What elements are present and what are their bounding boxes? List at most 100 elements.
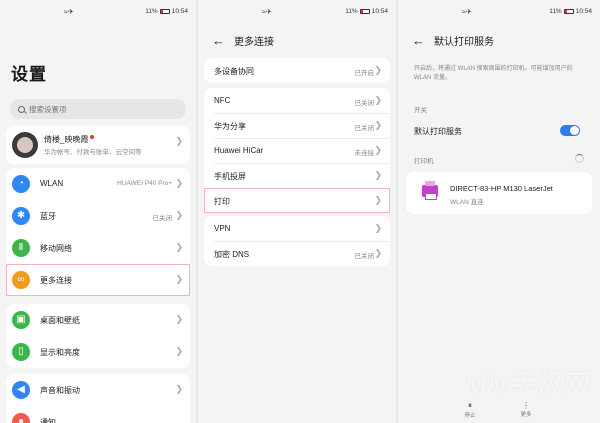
more-item-nfc[interactable]: NFC 已关闭 ❯ [204, 88, 390, 113]
notification-dot [90, 135, 95, 139]
chevron-right-icon: ❯ [374, 95, 382, 105]
settings-item-wlan[interactable]: ◔ WLAN HUAWEI P40 Pro+ ❯ [6, 168, 190, 200]
signal-icon: Ⅱ [12, 239, 30, 257]
bottom-toolbar: ⏸ 停止 ⋮ 更多 [398, 395, 600, 423]
settings-item-label: 蓝牙 [40, 212, 56, 221]
settings-item-label: 声音和振动 [40, 386, 80, 395]
more-item-label: 加密 DNS [214, 250, 250, 259]
chevron-right-icon: ❯ [175, 274, 183, 284]
printer-item[interactable]: DIRECT-83-HP M130 LaserJet WLAN 直连 [406, 172, 592, 214]
settings-item-value: HUAWEI P40 Pro+ [117, 180, 172, 187]
bluetooth-icon: ✱ [12, 207, 30, 225]
stop-icon: ⏸ [468, 401, 472, 410]
settings-item-more-connections[interactable]: ∞ 更多连接 ❯ [6, 264, 190, 296]
more-item-hicar[interactable]: Huawei HiCar 未连接 ❯ [204, 138, 390, 163]
chevron-right-icon: ❯ [175, 384, 183, 394]
settings-item-sound[interactable]: ◀ 声音和振动 ❯ [6, 374, 190, 406]
settings-group-sound: ◀ 声音和振动 ❯ ● 通知 [6, 374, 190, 423]
chevron-right-icon: ❯ [175, 210, 183, 220]
settings-group-sharing: NFC 已关闭 ❯ 华为分享 已关闭 ❯ Huawei HiCar 未连接 ❯ … [204, 88, 390, 213]
status-bar: ≈✈ 11% 10:54 [398, 0, 600, 22]
settings-item-display[interactable]: ▯ 显示和亮度 ❯ [6, 336, 190, 368]
settings-item-label: 桌面和壁纸 [40, 316, 80, 325]
printer-icon [422, 181, 438, 200]
chevron-right-icon: ❯ [374, 65, 382, 75]
settings-item-notifications[interactable]: ● 通知 [6, 406, 190, 423]
printer-name: DIRECT-83-HP M130 LaserJet [450, 184, 553, 193]
sound-icon: ◀ [12, 381, 30, 399]
search-icon [18, 105, 25, 113]
battery-icon [563, 9, 574, 14]
chevron-right-icon: ❯ [175, 346, 183, 356]
search-bar[interactable] [10, 99, 186, 119]
more-item-value: 已关闭 [354, 253, 375, 260]
default-print-service-toggle[interactable] [560, 125, 580, 136]
settings-item-bluetooth[interactable]: ✱ 蓝牙 已关闭 ❯ [6, 200, 190, 232]
stop-label: 停止 [464, 413, 476, 419]
more-item-label: 手机投屏 [214, 172, 246, 181]
more-item-encrypted-dns[interactable]: 加密 DNS 已关闭 ❯ [204, 241, 390, 266]
status-bar: ≈✈ 11% 10:54 [0, 0, 196, 22]
settings-group-network: VPN ❯ 加密 DNS 已关闭 ❯ [204, 216, 390, 266]
more-item-label: Huawei HiCar [214, 146, 264, 155]
default-print-service-row[interactable]: 默认打印服务 [406, 120, 592, 142]
back-arrow-icon[interactable]: ← [212, 33, 225, 48]
back-arrow-icon[interactable]: ← [412, 33, 425, 48]
more-connections-pane: ≈✈ 11% 10:54 ← 更多连接 多设备协同 已开启 ❯ NFC 已关闭 … [198, 0, 396, 423]
more-label: 更多 [520, 412, 532, 418]
more-item-multi-device[interactable]: 多设备协同 已开启 ❯ [204, 58, 390, 83]
battery-percent: 11% [145, 8, 158, 15]
settings-item-label: 移动网络 [40, 244, 72, 253]
link-icon: ∞ [12, 271, 30, 289]
more-item-label: 华为分享 [214, 122, 246, 131]
chevron-right-icon: ❯ [374, 145, 382, 155]
settings-item-wallpaper[interactable]: ▣ 桌面和壁纸 ❯ [6, 304, 190, 336]
more-item-huawei-share[interactable]: 华为分享 已关闭 ❯ [204, 113, 390, 138]
more-item-value: 已关闭 [354, 100, 375, 107]
settings-group-connectivity: ◔ WLAN HUAWEI P40 Pro+ ❯ ✱ 蓝牙 已关闭 ❯ Ⅱ 移动… [6, 168, 190, 296]
more-item-screen-projection[interactable]: 手机投屏 ❯ [204, 163, 390, 188]
settings-group-collab: 多设备协同 已开启 ❯ [204, 58, 390, 83]
search-input[interactable] [29, 104, 169, 114]
loading-spinner-icon [575, 154, 584, 163]
battery-percent: 11% [345, 8, 358, 15]
printer-section-title: 打印机 [414, 158, 434, 165]
status-time: 10:54 [171, 8, 188, 15]
more-item-print[interactable]: 打印 ❯ [204, 188, 390, 213]
settings-item-mobile-network[interactable]: Ⅱ 移动网络 ❯ [6, 232, 190, 264]
account-subtitle: 华为帐号、付款与账单、云空间等 [44, 149, 142, 156]
settings-item-label: 通知 [40, 418, 56, 423]
more-item-value: 已关闭 [354, 125, 375, 132]
chevron-right-icon: ❯ [175, 242, 183, 252]
print-service-pane: ≈✈ 11% 10:54 ← 默认打印服务 开启后，将通过 WLAN 搜索周围的… [398, 0, 600, 423]
print-description: 开启后，将通过 WLAN 搜索周围的打印机，可能增加用户的 WLAN 流量。 [414, 66, 573, 81]
page-header: ← 更多连接 [212, 33, 274, 48]
status-time: 10:54 [575, 8, 592, 15]
more-item-label: 打印 [214, 197, 230, 206]
page-title: 更多连接 [234, 37, 274, 48]
chevron-right-icon: ❯ [374, 120, 382, 130]
settings-item-label: 更多连接 [40, 276, 72, 285]
switch-section-title: 开关 [414, 107, 427, 114]
page-title: 设置 [11, 65, 47, 84]
more-item-vpn[interactable]: VPN ❯ [204, 216, 390, 241]
chevron-right-icon: ❯ [175, 178, 183, 188]
status-network-icons: ≈✈ [262, 9, 272, 16]
chevron-right-icon: ❯ [175, 136, 183, 146]
more-button[interactable]: ⋮ 更多 [514, 401, 538, 418]
chevron-right-icon: ❯ [374, 170, 382, 180]
chevron-right-icon: ❯ [374, 248, 382, 258]
chevron-right-icon: ❯ [374, 223, 382, 233]
settings-pane: ≈✈ 11% 10:54 设置 倚楼_映晚霞 华为帐号、付款与账单、云空间等 ❯… [0, 0, 196, 423]
more-item-label: VPN [214, 224, 231, 233]
notification-icon: ● [12, 413, 30, 423]
battery-icon [359, 9, 370, 14]
page-header: ← 默认打印服务 [412, 33, 494, 48]
stop-button[interactable]: ⏸ 停止 [458, 401, 482, 419]
settings-item-label: WLAN [40, 179, 64, 188]
display-icon: ▯ [12, 343, 30, 361]
account-card[interactable]: 倚楼_映晚霞 华为帐号、付款与账单、云空间等 ❯ [6, 126, 190, 164]
avatar [12, 132, 38, 158]
more-icon: ⋮ [522, 401, 530, 410]
settings-item-value: 已关闭 [152, 215, 173, 222]
